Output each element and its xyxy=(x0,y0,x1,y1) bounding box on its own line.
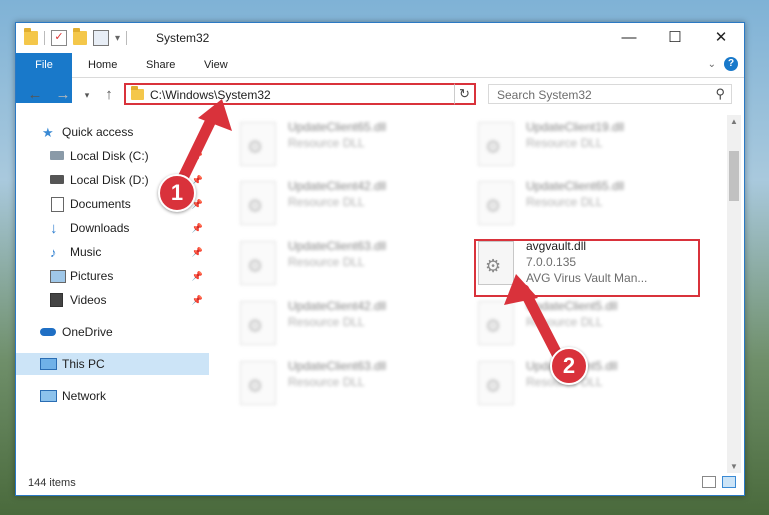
arrow-1-shaft xyxy=(176,108,220,186)
step-1-badge: 1 xyxy=(158,174,196,212)
arrow-2-shaft xyxy=(518,284,564,362)
step-2-badge: 2 xyxy=(550,347,588,385)
annotation-overlay xyxy=(176,99,564,362)
